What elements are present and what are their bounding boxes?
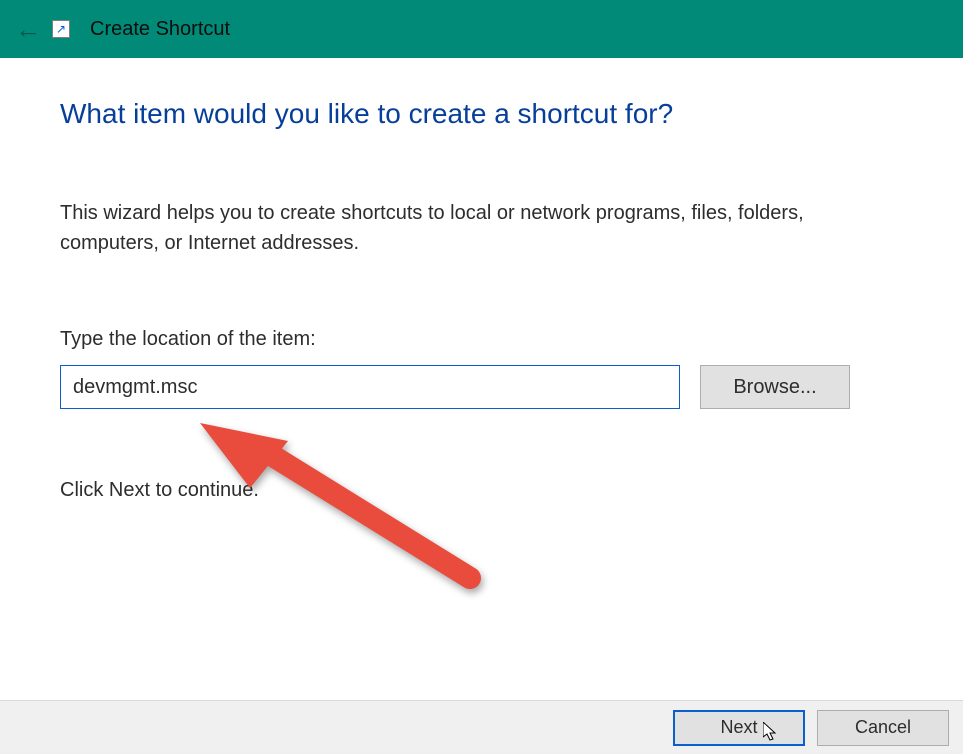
shortcut-icon xyxy=(52,20,70,38)
annotation-arrow-icon xyxy=(190,403,500,603)
continue-text: Click Next to continue. xyxy=(60,479,903,502)
wizard-heading: What item would you like to create a sho… xyxy=(60,98,903,130)
next-button-label: Next xyxy=(720,717,757,737)
location-row: Browse... xyxy=(60,365,903,409)
titlebar: ← Create Shortcut xyxy=(0,0,963,58)
cursor-icon xyxy=(763,722,779,742)
back-icon: ← xyxy=(10,16,46,42)
wizard-description: This wizard helps you to create shortcut… xyxy=(60,198,880,258)
location-label: Type the location of the item: xyxy=(60,328,903,351)
cancel-button[interactable]: Cancel xyxy=(817,710,949,746)
browse-button[interactable]: Browse... xyxy=(700,365,850,409)
footer: Next Cancel xyxy=(0,700,963,754)
location-input[interactable] xyxy=(60,365,680,409)
wizard-content: What item would you like to create a sho… xyxy=(0,58,963,700)
window-title: Create Shortcut xyxy=(90,18,230,41)
next-button[interactable]: Next xyxy=(673,710,805,746)
